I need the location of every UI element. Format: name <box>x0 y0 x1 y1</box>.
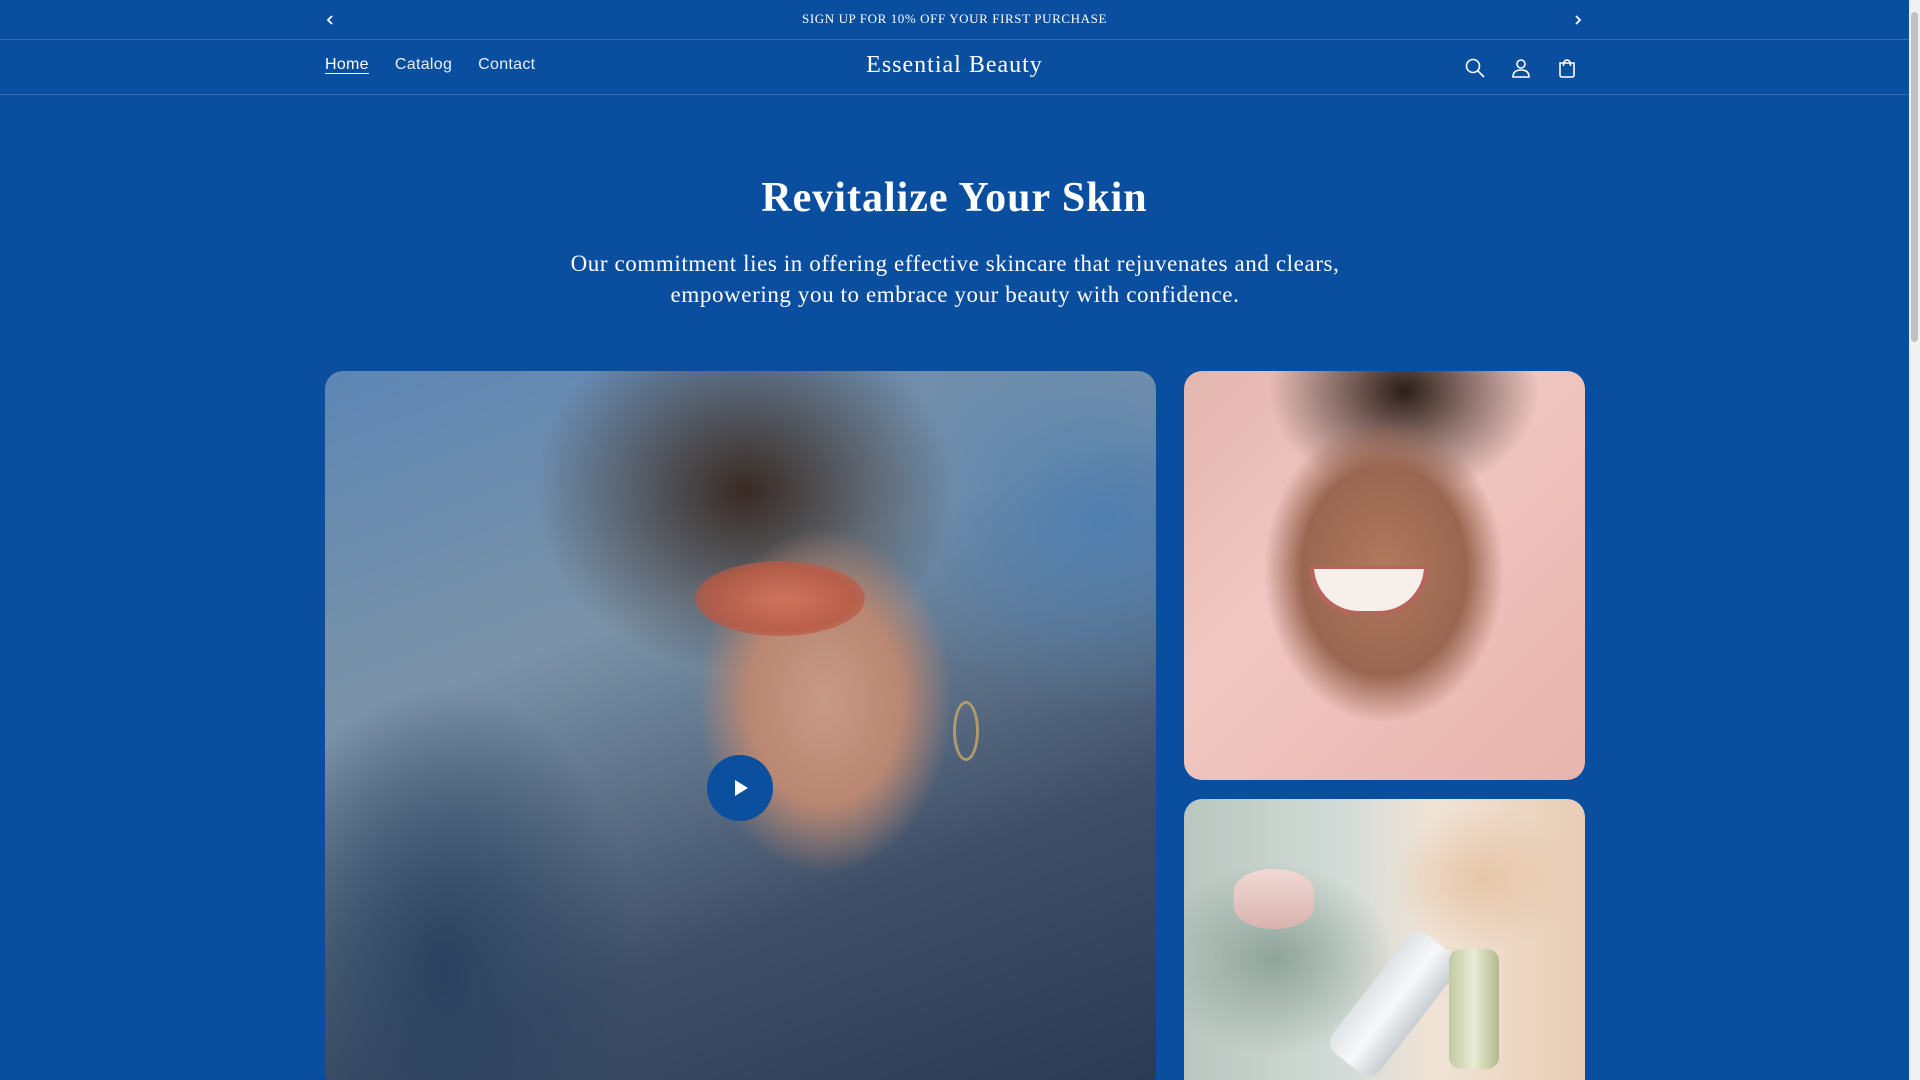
play-icon <box>735 780 748 796</box>
cart-icon <box>1559 59 1575 78</box>
cart-button[interactable] <box>1551 52 1583 84</box>
announcement-text[interactable]: SIGN UP FOR 10% OFF YOUR FIRST PURCHASE <box>0 11 1909 27</box>
hero-title: Revitalize Your Skin <box>761 175 1148 221</box>
site-header: Home Catalog Contact Essential Beauty <box>0 40 1909 95</box>
play-button[interactable] <box>707 755 773 821</box>
chevron-right-icon <box>1575 15 1582 25</box>
bottle-detail <box>1324 926 1464 1080</box>
dropper-bottle-detail <box>1449 949 1499 1069</box>
earring-detail <box>953 701 979 761</box>
announcement-bar: SIGN UP FOR 10% OFF YOUR FIRST PURCHASE <box>0 0 1909 40</box>
smile-detail <box>1309 566 1429 616</box>
site-logo[interactable]: Essential Beauty <box>0 52 1909 79</box>
products-image <box>1184 799 1585 1080</box>
video-tile[interactable] <box>325 371 1156 1080</box>
search-button[interactable] <box>1459 52 1491 84</box>
search-icon <box>1465 58 1485 78</box>
portrait-image <box>1184 371 1585 780</box>
account-button[interactable] <box>1505 52 1537 84</box>
portrait-detail <box>695 561 865 636</box>
announcement-next-button[interactable] <box>1566 8 1590 32</box>
hero-subtitle: Our commitment lies in offering effectiv… <box>570 251 1340 307</box>
scrollbar-thumb[interactable] <box>1911 12 1918 342</box>
cream-jar-detail <box>1234 869 1314 929</box>
header-icons <box>1459 52 1583 84</box>
account-icon <box>1512 59 1530 78</box>
